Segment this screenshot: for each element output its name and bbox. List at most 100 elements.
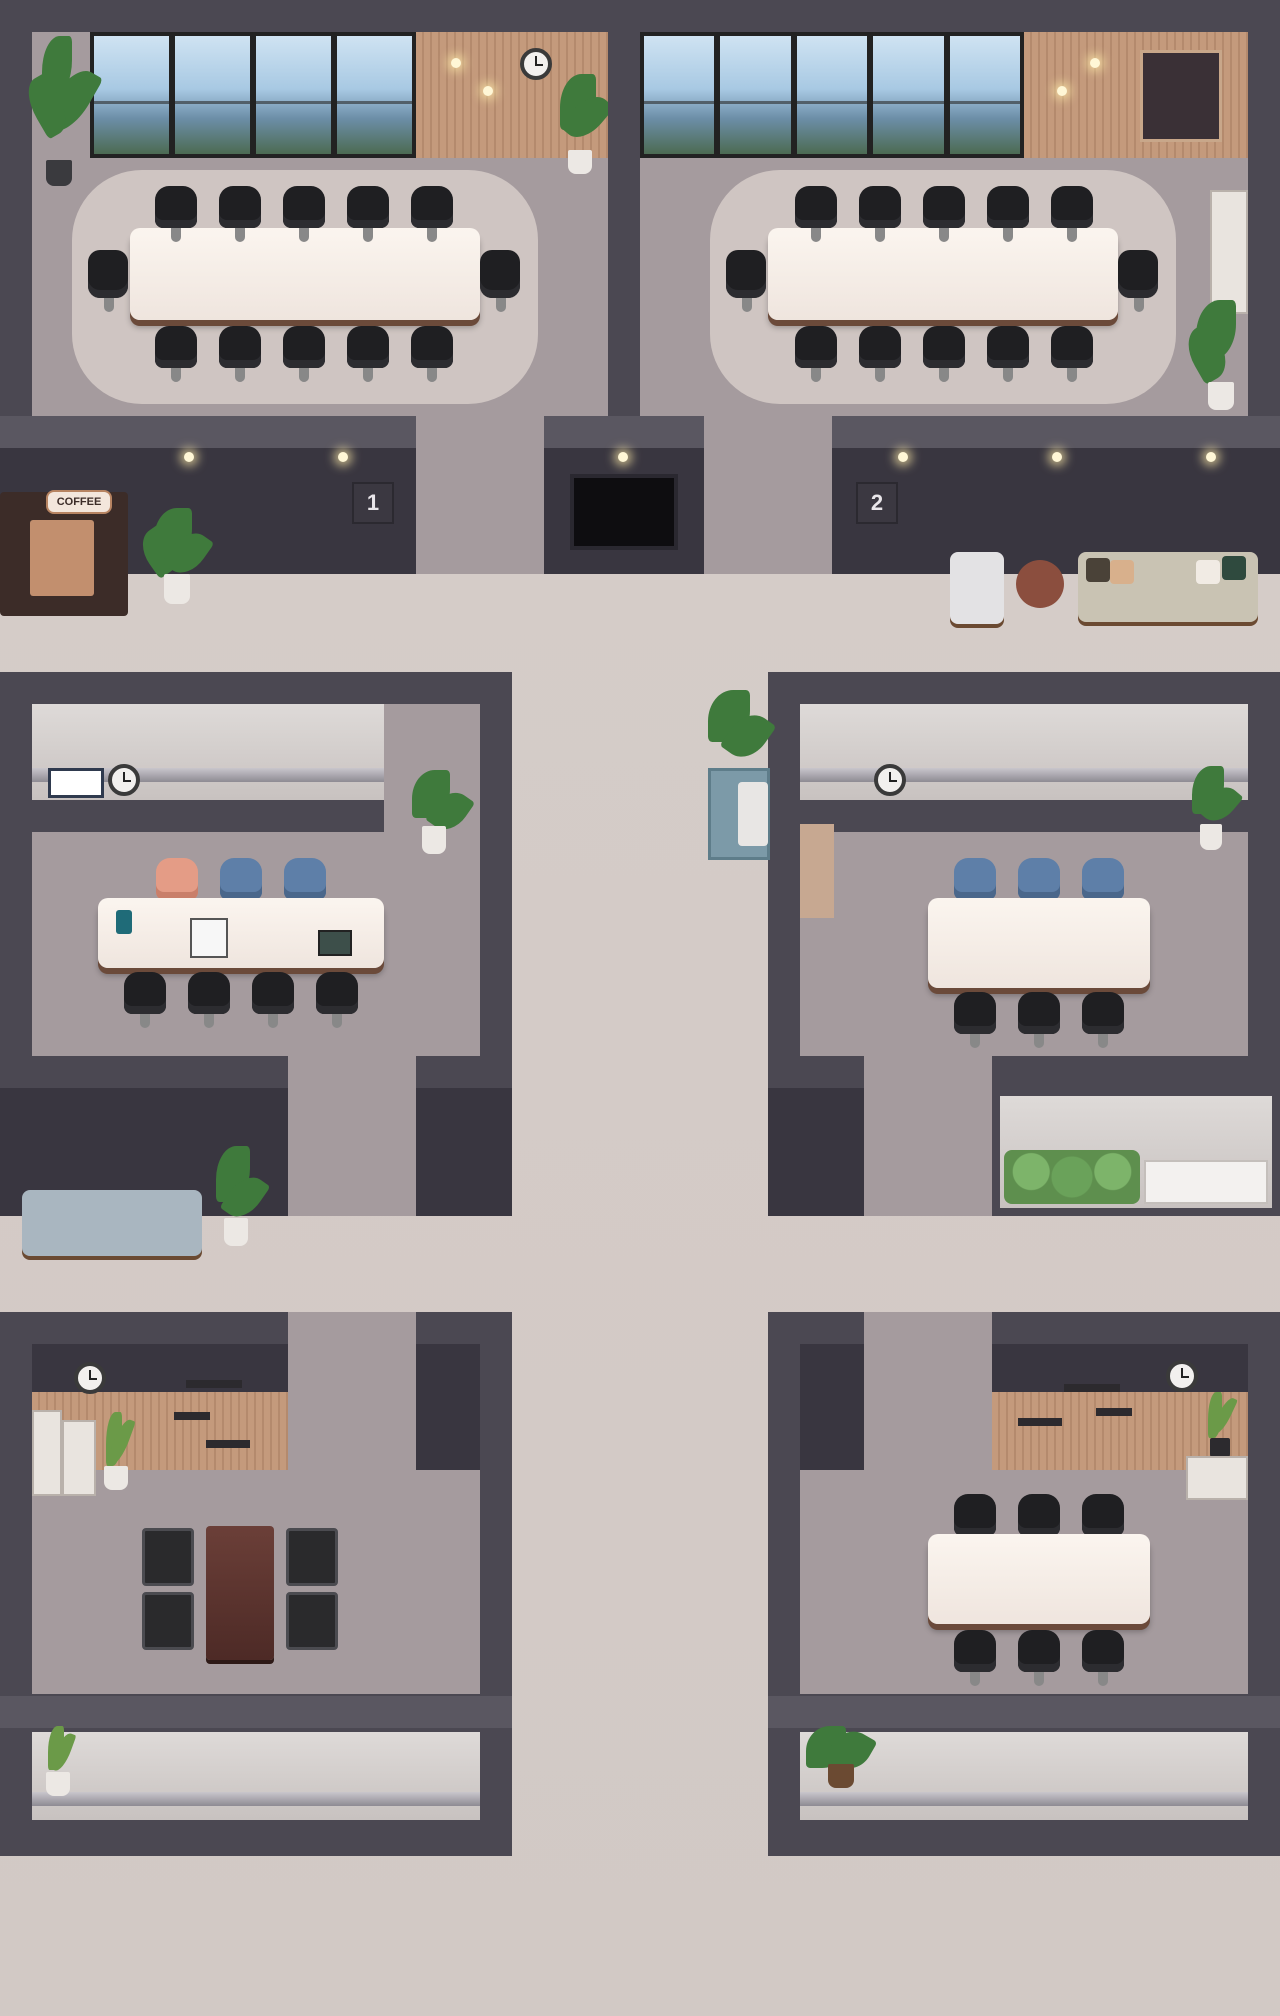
clock-icon: [874, 764, 906, 796]
room4-lower-wall-left: [768, 1088, 864, 1216]
coffee-sign: COFFEE: [46, 490, 112, 514]
photo-frame: [48, 768, 104, 798]
room5-table: [206, 1526, 274, 1660]
room6-door: [864, 1312, 992, 1472]
wall-shelf: [174, 1412, 210, 1420]
water-cooler[interactable]: [738, 782, 768, 846]
chair-icon: [859, 326, 901, 382]
wall-shelf: [1018, 1418, 1062, 1426]
sofa-icon[interactable]: [22, 1190, 202, 1256]
clock-icon: [1166, 1360, 1198, 1392]
chair-icon: [88, 250, 128, 312]
chair-icon: [347, 326, 389, 382]
room-number-sign: 2: [856, 482, 898, 524]
chair-icon: [795, 326, 837, 382]
clock-icon: [74, 1362, 106, 1394]
plant-icon: [702, 690, 777, 780]
plant-icon: [1182, 766, 1244, 852]
lamp-icon: [451, 58, 461, 68]
coffee-machine-front: [30, 520, 94, 596]
plant-icon: [1198, 1392, 1242, 1466]
bookcase: [62, 1420, 96, 1496]
room6-back-wall: [992, 1344, 1248, 1392]
sofa-cushion: [1110, 560, 1134, 584]
room-number-sign: 1: [352, 482, 394, 524]
bookshelf: [1140, 50, 1222, 142]
plant-icon: [802, 1723, 878, 1790]
room4-table: [928, 898, 1150, 988]
chair-icon: [859, 186, 901, 242]
chair-icon: [411, 186, 453, 242]
wall-shelf: [186, 1380, 242, 1388]
chair-icon: [1051, 326, 1093, 382]
lamp-icon: [1090, 58, 1100, 68]
wall-shelf: [206, 1440, 250, 1448]
room5-glass-strip: [32, 1732, 480, 1820]
plant-icon: [554, 74, 615, 174]
plant-icon: [133, 508, 215, 604]
laptop: [190, 918, 228, 958]
side-table: [1016, 560, 1064, 608]
chair-icon: [155, 186, 197, 242]
room1-window: [90, 32, 416, 158]
sofa-cushion: [1222, 556, 1246, 580]
plant-icon: [404, 770, 476, 862]
chair-icon: [219, 326, 261, 382]
lamp-icon: [1206, 452, 1216, 462]
wall-shelf: [1064, 1384, 1120, 1392]
chair-icon: [1082, 1630, 1124, 1686]
room2-window: [640, 32, 1024, 158]
lamp-icon: [338, 452, 348, 462]
chair-icon: [987, 186, 1029, 242]
chair-icon: [1018, 1630, 1060, 1686]
chair-icon: [923, 326, 965, 382]
room3-door: [288, 1056, 416, 1216]
chair-icon: [1018, 858, 1060, 914]
plant-icon: [19, 36, 104, 186]
chair-icon: [155, 326, 197, 382]
bookcase: [32, 1410, 62, 1496]
chair-icon: [219, 186, 261, 242]
chair-icon: [124, 972, 166, 1028]
lounge-chair: [286, 1592, 338, 1650]
lamp-icon: [1052, 452, 1062, 462]
chair-icon: [1051, 186, 1093, 242]
hall-door-2: [704, 416, 832, 574]
chair-icon: [1118, 250, 1158, 312]
plant-icon: [1178, 300, 1248, 410]
plant-icon: [208, 1146, 271, 1246]
chair-icon: [220, 858, 262, 914]
chair-icon: [480, 250, 520, 312]
room5-back-wall-right: [416, 1344, 480, 1472]
lounge-chair: [142, 1592, 194, 1650]
chair-icon: [1018, 992, 1060, 1048]
room6-back-wall-left: [800, 1344, 864, 1472]
hall-door-1: [416, 416, 544, 574]
chair-icon: [188, 972, 230, 1028]
chair-icon: [283, 186, 325, 242]
chair-icon: [284, 858, 326, 914]
chair-icon: [316, 972, 358, 1028]
chair-icon: [1082, 992, 1124, 1048]
chair-icon: [252, 972, 294, 1028]
chair-icon: [347, 186, 389, 242]
room6-table: [928, 1534, 1150, 1624]
planter-hedge: [1004, 1150, 1140, 1204]
hall-wall-right-top: [832, 416, 1280, 448]
lamp-icon: [618, 452, 628, 462]
room4-door: [864, 1056, 992, 1216]
lamp-icon: [1057, 86, 1067, 96]
low-cabinet: [1186, 1456, 1248, 1500]
office-map: 1 2 COFFEE: [0, 0, 1280, 2016]
chair-icon: [954, 992, 996, 1048]
armchair[interactable]: [950, 552, 1004, 624]
room5-shelf: [32, 1792, 480, 1806]
chair-icon: [1018, 1494, 1060, 1550]
lounge-chair: [286, 1528, 338, 1586]
chair-icon: [156, 858, 198, 914]
side-cabinet: [1210, 190, 1248, 314]
room5-door: [288, 1312, 416, 1472]
lamp-icon: [184, 452, 194, 462]
chair-icon: [987, 326, 1029, 382]
sofa-cushion: [1196, 560, 1220, 584]
